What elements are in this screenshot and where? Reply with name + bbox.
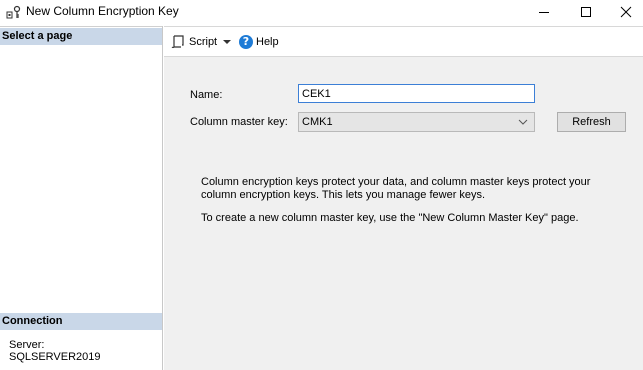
server-value: SQLSERVER2019: [9, 351, 101, 363]
script-label: Script: [189, 36, 218, 48]
dialog-window: New Column Encryption Key Select a page …: [0, 0, 643, 370]
select-page-header: Select a page: [0, 28, 162, 45]
title-bar: New Column Encryption Key: [0, 0, 643, 24]
close-button[interactable]: [603, 0, 643, 24]
window-title: New Column Encryption Key: [26, 4, 179, 18]
column-master-key-value: CMK1: [302, 116, 333, 128]
chevron-down-icon[interactable]: [222, 36, 232, 48]
toolbar: Script ? Help: [164, 26, 643, 57]
minimize-button[interactable]: [521, 0, 567, 24]
script-button[interactable]: Script: [171, 34, 217, 50]
refresh-button[interactable]: Refresh: [557, 112, 626, 132]
name-input[interactable]: [298, 84, 535, 103]
script-icon: [171, 35, 184, 49]
description-text: Column encryption keys protect your data…: [201, 176, 591, 201]
name-label: Name:: [190, 89, 223, 101]
key-icon: [6, 5, 21, 19]
minimize-icon: [539, 12, 549, 13]
help-label: Help: [256, 36, 279, 48]
help-icon: ?: [239, 35, 253, 49]
create-cmk-hint: To create a new column master key, use t…: [201, 212, 579, 224]
chevron-down-icon: [518, 119, 528, 125]
connection-header: Connection: [0, 313, 162, 330]
left-pane: Select a page Connection Server: SQLSERV…: [0, 26, 163, 370]
help-button[interactable]: ? Help: [239, 34, 279, 50]
column-master-key-select[interactable]: CMK1: [298, 112, 535, 132]
divider: [0, 26, 162, 27]
close-icon: [620, 6, 632, 18]
column-master-key-label: Column master key:: [190, 116, 288, 128]
maximize-icon: [581, 7, 591, 17]
content-pane: Script ? Help Name: Column master key: C…: [164, 26, 643, 370]
server-label: Server:: [9, 339, 45, 351]
